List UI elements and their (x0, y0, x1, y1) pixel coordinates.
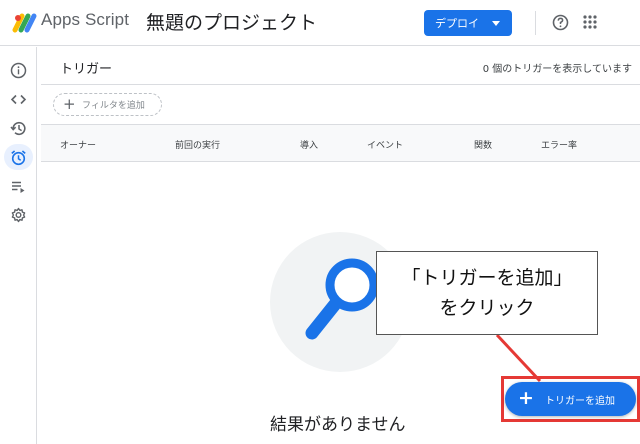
column-error-rate[interactable]: エラー率 (541, 138, 577, 151)
nav-overview[interactable] (4, 57, 33, 83)
deploy-button-label: デプロイ (435, 17, 479, 30)
column-function[interactable]: 関数 (474, 138, 492, 151)
column-deployment[interactable]: 導入 (300, 138, 318, 151)
alarm-clock-icon (11, 149, 26, 165)
add-filter-label: フィルタを追加 (82, 101, 145, 111)
callout-line-2: をクリック (439, 297, 535, 319)
add-filter-chip[interactable]: + フィルタを追加 (53, 93, 162, 116)
info-icon (10, 62, 27, 78)
nav-run[interactable] (4, 173, 33, 199)
header-divider (535, 11, 536, 35)
nav-settings[interactable] (4, 202, 33, 228)
plus-icon: + (63, 95, 76, 113)
page-title: トリガー (60, 62, 113, 77)
empty-state-text: 結果がありません (270, 415, 406, 435)
nav-triggers[interactable] (4, 144, 33, 170)
add-trigger-label: トリガーを追加 (545, 395, 615, 407)
left-nav-rail (0, 47, 37, 444)
code-icon (10, 94, 27, 104)
annotation-callout: 「トリガーを追加」 をクリック (376, 251, 598, 335)
playlist-play-icon (12, 181, 25, 193)
divider (41, 84, 640, 85)
magnifier-icon (305, 258, 379, 340)
gear-icon (11, 207, 26, 222)
plus-icon: + (518, 387, 534, 409)
nav-editor[interactable] (4, 86, 33, 112)
trigger-count-text: 0 個のトリガーを表示しています (482, 64, 632, 75)
app-name[interactable]: Apps Script (41, 10, 129, 30)
history-icon (10, 121, 26, 135)
apps-grid-icon[interactable] (583, 15, 597, 29)
callout-line-1: 「トリガーを追加」 (401, 267, 573, 289)
deploy-button[interactable]: デプロイ (424, 10, 512, 36)
column-event[interactable]: イベント (367, 138, 403, 151)
nav-executions[interactable] (4, 115, 33, 141)
divider (41, 161, 640, 162)
project-title[interactable]: 無題のプロジェクト (146, 8, 317, 35)
add-trigger-button[interactable]: + トリガーを追加 (505, 382, 636, 416)
app-header: Apps Script 無題のプロジェクト デプロイ (0, 0, 640, 46)
caret-down-icon (492, 21, 500, 26)
help-circle-icon[interactable] (552, 14, 569, 31)
table-header: オーナー 前回の実行 導入 イベント 関数 エラー率 (41, 125, 640, 161)
column-owner[interactable]: オーナー (60, 138, 96, 151)
apps-script-logo-icon[interactable] (12, 10, 38, 34)
column-last-run[interactable]: 前回の実行 (175, 138, 220, 151)
